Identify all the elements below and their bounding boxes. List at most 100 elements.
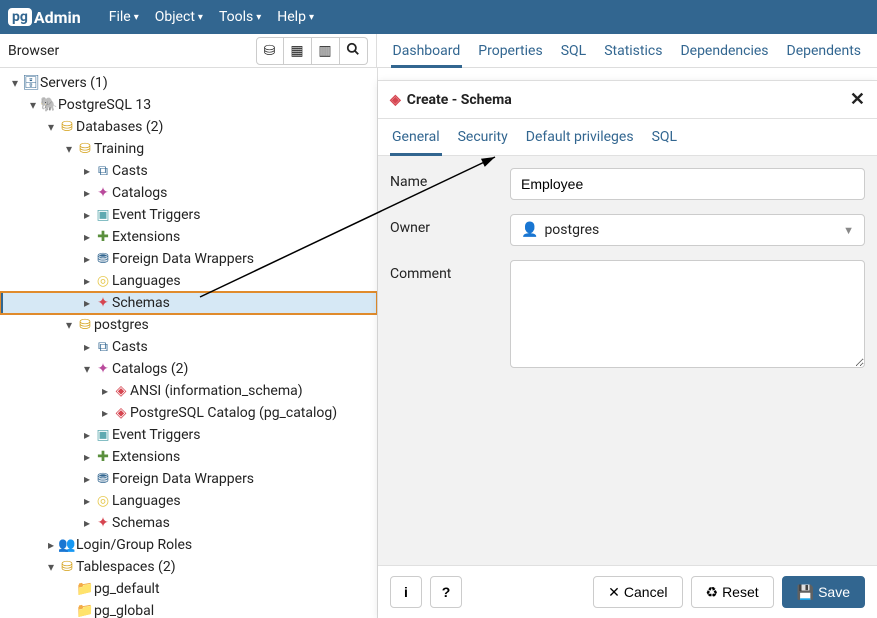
content-panel: ◈ Create - Schema ✕ General Security Def… <box>378 68 877 618</box>
event-trigger-icon: ▣ <box>94 207 112 223</box>
casts-icon: ⧉ <box>94 163 112 179</box>
comment-label: Comment <box>390 260 510 282</box>
tab-dependents[interactable]: Dependents <box>785 35 863 67</box>
tree-node-training-catalogs[interactable]: ▸✦Catalogs <box>0 182 377 204</box>
chevron-right-icon[interactable]: ▸ <box>80 450 94 464</box>
chevron-right-icon[interactable]: ▸ <box>80 186 94 200</box>
dialog-tab-security[interactable]: Security <box>456 119 510 155</box>
chevron-down-icon[interactable]: ▾ <box>62 142 76 156</box>
tablespace-icon: ⛁ <box>58 559 76 575</box>
tree-node-postgres-schemas[interactable]: ▸✦Schemas <box>0 512 377 534</box>
menu-file[interactable]: File▾ <box>103 5 145 29</box>
chevron-down-icon[interactable]: ▾ <box>80 362 94 376</box>
casts-icon: ⧉ <box>94 339 112 355</box>
tree-node-training[interactable]: ▾⛁Training <box>0 138 377 160</box>
chevron-right-icon[interactable]: ▸ <box>98 406 112 420</box>
chevron-right-icon[interactable]: ▸ <box>80 428 94 442</box>
browser-tree[interactable]: ▾🗄Servers (1) ▾🐘PostgreSQL 13 ▾⛁Database… <box>0 68 378 618</box>
query-tool-button[interactable]: ⛁ <box>256 37 284 65</box>
tree-node-catalog-pg[interactable]: ▸◈PostgreSQL Catalog (pg_catalog) <box>0 402 377 424</box>
info-button[interactable]: i <box>390 576 422 608</box>
dialog-tab-default-privileges[interactable]: Default privileges <box>524 119 636 155</box>
chevron-down-icon[interactable]: ▾ <box>44 120 58 134</box>
database-icon: ⛁ <box>76 141 94 157</box>
close-button[interactable]: ✕ <box>850 89 865 110</box>
owner-select[interactable]: 👤postgres ▼ <box>510 214 865 246</box>
cancel-button[interactable]: ✕Cancel <box>593 576 682 608</box>
catalogs-icon: ✦ <box>94 185 112 201</box>
tree-node-ts-pgdefault[interactable]: 📁pg_default <box>0 578 377 600</box>
chevron-right-icon[interactable]: ▸ <box>80 252 94 266</box>
chevron-down-icon[interactable]: ▾ <box>26 98 40 112</box>
chevron-right-icon[interactable]: ▸ <box>80 164 94 178</box>
tree-node-postgres-extensions[interactable]: ▸✚Extensions <box>0 446 377 468</box>
menu-object[interactable]: Object▾ <box>149 5 209 29</box>
chevron-right-icon[interactable]: ▸ <box>80 208 94 222</box>
tree-node-training-event-triggers[interactable]: ▸▣Event Triggers <box>0 204 377 226</box>
tree-node-training-schemas[interactable]: ▸✦Schemas <box>0 292 377 314</box>
menubar: pgAdmin File▾ Object▾ Tools▾ Help▾ <box>0 0 877 34</box>
tree-node-training-fdw[interactable]: ▸⛃Foreign Data Wrappers <box>0 248 377 270</box>
chevron-right-icon[interactable]: ▸ <box>80 296 94 310</box>
browser-title: Browser <box>8 43 59 59</box>
filtered-rows-button[interactable]: ▥ <box>312 37 340 65</box>
chevron-right-icon[interactable]: ▸ <box>44 538 58 552</box>
chevron-right-icon[interactable]: ▸ <box>80 516 94 530</box>
name-input[interactable] <box>510 168 865 200</box>
tree-node-postgres-languages[interactable]: ▸◎Languages <box>0 490 377 512</box>
tree-node-postgres-catalogs[interactable]: ▾✦Catalogs (2) <box>0 358 377 380</box>
tree-node-postgres-event-triggers[interactable]: ▸▣Event Triggers <box>0 424 377 446</box>
tree-node-postgres-casts[interactable]: ▸⧉Casts <box>0 336 377 358</box>
elephant-icon: 🐘 <box>40 97 58 113</box>
dialog-tab-sql[interactable]: SQL <box>650 119 679 155</box>
view-data-button[interactable]: ▦ <box>284 37 312 65</box>
close-icon: ✕ <box>608 584 620 601</box>
menubar-items: File▾ Object▾ Tools▾ Help▾ <box>103 5 320 29</box>
app-logo: pgAdmin <box>8 8 81 27</box>
chevron-down-icon: ▾ <box>198 12 203 23</box>
database-bolt-icon: ⛁ <box>264 43 276 59</box>
comment-textarea[interactable] <box>510 260 865 368</box>
tree-node-postgres-db[interactable]: ▾⛁postgres <box>0 314 377 336</box>
tree-node-tablespaces[interactable]: ▾⛁Tablespaces (2) <box>0 556 377 578</box>
dialog-footer: i ? ✕Cancel ♻Reset 💾Save <box>378 565 877 618</box>
tree-node-catalog-ansi[interactable]: ▸◈ANSI (information_schema) <box>0 380 377 402</box>
chevron-down-icon[interactable]: ▾ <box>8 76 22 90</box>
tree-node-training-extensions[interactable]: ▸✚Extensions <box>0 226 377 248</box>
chevron-right-icon[interactable]: ▸ <box>80 340 94 354</box>
tab-properties[interactable]: Properties <box>476 35 544 67</box>
tree-node-postgres-fdw[interactable]: ▸⛃Foreign Data Wrappers <box>0 468 377 490</box>
dialog-header: ◈ Create - Schema ✕ <box>378 81 877 119</box>
chevron-right-icon[interactable]: ▸ <box>80 494 94 508</box>
menu-tools[interactable]: Tools▾ <box>213 5 267 29</box>
menu-help[interactable]: Help▾ <box>271 5 320 29</box>
tree-node-pg13[interactable]: ▾🐘PostgreSQL 13 <box>0 94 377 116</box>
browser-panel-header: Browser ⛁ ▦ ▥ <box>0 34 377 67</box>
tab-sql[interactable]: SQL <box>559 35 588 67</box>
tab-dashboard[interactable]: Dashboard <box>391 35 463 67</box>
help-button[interactable]: ? <box>430 576 462 608</box>
chevron-right-icon[interactable]: ▸ <box>98 384 112 398</box>
tree-node-training-casts[interactable]: ▸⧉Casts <box>0 160 377 182</box>
chevron-right-icon[interactable]: ▸ <box>80 472 94 486</box>
chevron-right-icon[interactable]: ▸ <box>80 230 94 244</box>
chevron-down-icon[interactable]: ▾ <box>62 318 76 332</box>
extension-icon: ✚ <box>94 449 112 465</box>
reset-button[interactable]: ♻Reset <box>691 576 774 608</box>
chevron-down-icon[interactable]: ▾ <box>44 560 58 574</box>
tree-node-servers[interactable]: ▾🗄Servers (1) <box>0 72 377 94</box>
search-objects-button[interactable] <box>340 37 368 65</box>
tree-node-ts-pgglobal[interactable]: 📁pg_global <box>0 600 377 618</box>
folder-icon: 📁 <box>76 581 94 597</box>
database-icon: ⛁ <box>76 317 94 333</box>
fdw-icon: ⛃ <box>94 251 112 267</box>
tree-node-login-roles[interactable]: ▸👥Login/Group Roles <box>0 534 377 556</box>
tab-dependencies[interactable]: Dependencies <box>678 35 770 67</box>
chevron-right-icon[interactable]: ▸ <box>80 274 94 288</box>
tree-node-databases[interactable]: ▾⛁Databases (2) <box>0 116 377 138</box>
dialog-tab-general[interactable]: General <box>390 119 442 155</box>
save-button[interactable]: 💾Save <box>782 576 865 608</box>
chevron-down-icon: ▼ <box>843 224 854 237</box>
tree-node-training-languages[interactable]: ▸◎Languages <box>0 270 377 292</box>
tab-statistics[interactable]: Statistics <box>602 35 664 67</box>
